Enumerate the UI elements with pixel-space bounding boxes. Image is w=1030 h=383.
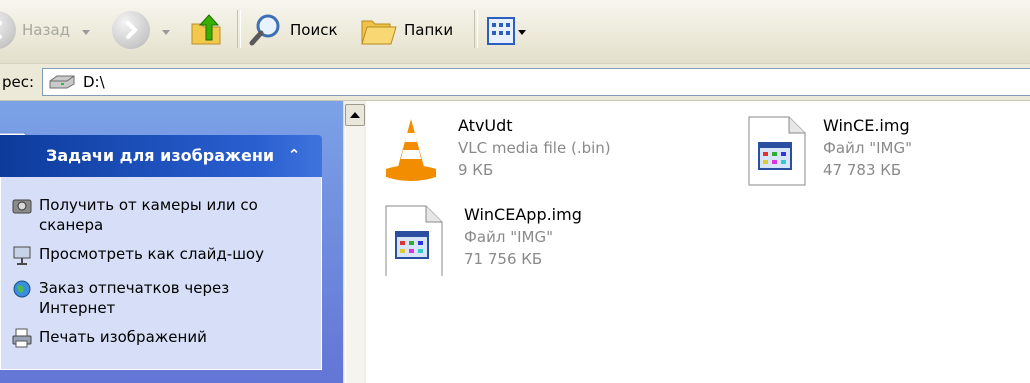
file-size: 47 783 КБ <box>823 161 902 179</box>
task-item-label: Заказ отпечатков через Интернет <box>39 279 230 317</box>
toolbar-separator <box>237 10 241 48</box>
address-input[interactable]: D:\ <box>42 68 1030 96</box>
back-arrow-icon <box>0 11 16 49</box>
file-list: AtvUdt VLC media file (.bin) 9 КБ WinCE.… <box>366 101 1030 383</box>
back-button[interactable]: Назад <box>0 11 91 49</box>
search-label: Поиск <box>290 21 338 39</box>
views-button[interactable] <box>486 16 526 48</box>
camera-icon <box>12 199 32 214</box>
task-pane: Задачи для изображени ⌃ Получить от каме… <box>0 101 343 383</box>
folders-label: Папки <box>404 21 454 39</box>
picture-tasks-header[interactable]: Задачи для изображени ⌃ <box>0 135 322 177</box>
forward-dropdown-arrow-icon[interactable] <box>162 21 170 39</box>
file-type: Файл "IMG" <box>464 228 553 246</box>
vlc-cone-icon <box>386 119 436 181</box>
picture-tasks-title: Задачи для изображени <box>46 146 275 165</box>
back-label: Назад <box>22 21 71 39</box>
toolbar-separator <box>474 10 478 48</box>
file-item-winceapp[interactable]: WinCEApp.img Файл "IMG" 71 756 КБ <box>384 204 582 276</box>
file-item-wince[interactable]: WinCE.img Файл "IMG" 47 783 КБ <box>743 115 912 187</box>
printer-icon <box>12 328 32 348</box>
folders-button[interactable]: Папки <box>360 13 453 47</box>
search-button[interactable]: Поиск <box>248 12 338 48</box>
back-dropdown-arrow-icon[interactable] <box>82 21 91 39</box>
toolbar: Назад Поиск Папки <box>0 0 1030 64</box>
file-name: WinCE.img <box>823 116 910 135</box>
img-file-icon <box>385 205 443 276</box>
task-item-order-prints[interactable]: Заказ отпечатков через Интернет <box>11 278 309 318</box>
task-item-label: Печать изображений <box>39 328 207 346</box>
task-item-camera[interactable]: Получить от камеры или со сканера <box>11 195 309 235</box>
scroll-up-button[interactable] <box>345 104 365 126</box>
up-folder-icon <box>191 14 221 45</box>
file-item-atvudt[interactable]: AtvUdt VLC media file (.bin) 9 КБ <box>378 115 611 187</box>
address-bar: рес: D:\ <box>0 64 1030 101</box>
globe-icon <box>13 280 31 298</box>
collapse-chevron-icon[interactable]: ⌃ <box>283 144 305 166</box>
img-file-icon <box>748 116 806 186</box>
task-item-label: Просмотреть как слайд-шоу <box>39 245 264 263</box>
file-size: 71 756 КБ <box>464 250 543 268</box>
up-folder-button[interactable] <box>188 12 224 48</box>
forward-arrow-icon <box>112 11 150 49</box>
scroll-track[interactable] <box>345 126 364 383</box>
address-value: D:\ <box>83 73 105 91</box>
file-name: AtvUdt <box>458 116 513 135</box>
drive-icon <box>49 75 75 89</box>
task-item-label: Получить от камеры или со сканера <box>39 196 258 234</box>
search-magnifier-icon <box>249 14 280 46</box>
file-size: 9 КБ <box>458 161 494 179</box>
task-item-print[interactable]: Печать изображений <box>11 327 309 349</box>
slideshow-icon <box>13 246 31 265</box>
file-name: WinCEApp.img <box>464 205 582 224</box>
address-label: рес: <box>2 73 35 91</box>
file-type: VLC media file (.bin) <box>458 139 611 157</box>
picture-tasks-body: Получить от камеры или со сканера Просмо… <box>0 177 322 370</box>
folders-icon <box>361 20 397 45</box>
forward-button[interactable] <box>112 11 170 49</box>
scroll-up-arrow-icon <box>350 112 360 118</box>
task-item-slideshow[interactable]: Просмотреть как слайд-шоу <box>11 244 309 266</box>
file-type: Файл "IMG" <box>823 139 912 157</box>
views-dropdown-arrow-icon[interactable] <box>518 21 526 39</box>
vertical-scrollbar[interactable] <box>343 101 366 383</box>
